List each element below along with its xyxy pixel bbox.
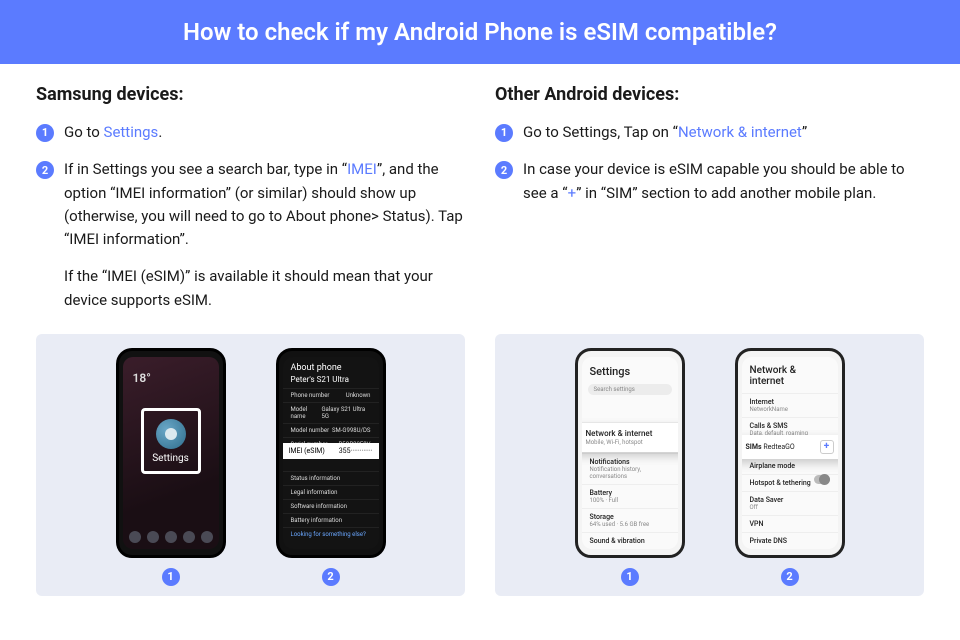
search-settings: Search settings	[588, 384, 672, 395]
imei-esim-value: 355············	[339, 447, 373, 455]
android-network-screenshot: Network & internet InternetNetworkName C…	[735, 348, 845, 558]
text: If in Settings you see a search bar, typ…	[64, 160, 347, 178]
step-number-icon: 2	[495, 161, 513, 179]
step-text: If in Settings you see a search bar, typ…	[64, 158, 465, 251]
device-name: Peter's S21 Ultra	[283, 375, 379, 388]
samsung-step-2: 2 If in Settings you see a search bar, t…	[36, 158, 465, 251]
network-internet-link[interactable]: Network & internet	[678, 123, 802, 141]
network-internet-sub: Mobile, Wi-Fi, hotspot	[586, 439, 643, 446]
other-heading: Other Android devices:	[495, 84, 924, 105]
text: Go to Settings, Tap on “	[523, 123, 678, 141]
step-number-icon: 2	[36, 161, 54, 179]
screenshot-badge: 2	[781, 568, 799, 586]
sims-title: SIMs	[746, 443, 762, 451]
screenshot-col: 18° Settings 1	[116, 348, 226, 586]
imei-esim-highlight: IMEI (eSIM) 355············	[283, 443, 379, 459]
screenshot-col: About phone Peter's S21 Ultra Phone numb…	[276, 348, 386, 586]
settings-label: Settings	[152, 453, 189, 464]
instructions-columns: Samsung devices: 1 Go to Settings. 2 If …	[0, 64, 960, 326]
samsung-step-1: 1 Go to Settings.	[36, 121, 465, 144]
text: ” in “SIM” section to add another mobile…	[576, 184, 876, 202]
app-dock	[123, 531, 219, 543]
step-number-icon: 1	[36, 124, 54, 142]
settings-link[interactable]: Settings	[104, 123, 159, 141]
network-internet-highlight: Network & internet Mobile, Wi-Fi, hotspo…	[582, 423, 678, 452]
step-text: In case your device is eSIM capable you …	[523, 158, 924, 205]
sims-highlight: SIMs RedteaGO +	[742, 435, 838, 459]
imei-esim-label: IMEI (eSIM)	[289, 447, 325, 455]
samsung-column: Samsung devices: 1 Go to Settings. 2 If …	[36, 84, 465, 326]
screenshot-badge: 1	[162, 568, 180, 586]
text: Go to	[64, 123, 104, 141]
imei-link[interactable]: IMEI	[347, 160, 377, 178]
screenshots-row: 18° Settings 1 About phone Peter's S21 U…	[0, 334, 960, 596]
text: .	[158, 123, 162, 141]
screenshot-col: Settings Search settings AppsAssistant, …	[575, 348, 685, 586]
network-internet-title: Network & internet	[586, 429, 674, 438]
gear-icon	[156, 419, 186, 449]
settings-title: Settings	[582, 357, 678, 382]
samsung-heading: Samsung devices:	[36, 84, 465, 105]
about-phone-title: About phone	[283, 357, 379, 375]
other-screenshots: Settings Search settings AppsAssistant, …	[495, 334, 924, 596]
sims-sub: RedteaGO	[763, 443, 794, 451]
network-title: Network & internet	[742, 357, 838, 393]
weather-temp: 18°	[133, 371, 151, 385]
samsung-home-screenshot: 18° Settings	[116, 348, 226, 558]
samsung-screenshots: 18° Settings 1 About phone Peter's S21 U…	[36, 334, 465, 596]
settings-highlight: Settings	[141, 408, 201, 474]
text: ”	[802, 123, 807, 141]
screenshot-col: Network & internet InternetNetworkName C…	[735, 348, 845, 586]
other-step-2: 2 In case your device is eSIM capable yo…	[495, 158, 924, 205]
plus-link[interactable]: +	[568, 184, 577, 202]
step-text: Go to Settings, Tap on “Network & intern…	[523, 121, 924, 144]
samsung-note: If the “IMEI (eSIM)” is available it sho…	[64, 265, 465, 312]
add-sim-plus-icon: +	[820, 440, 834, 454]
screenshot-badge: 2	[322, 568, 340, 586]
page-title: How to check if my Android Phone is eSIM…	[0, 0, 960, 64]
step-number-icon: 1	[495, 124, 513, 142]
step-text: Go to Settings.	[64, 121, 465, 144]
other-column: Other Android devices: 1 Go to Settings,…	[495, 84, 924, 326]
samsung-about-screenshot: About phone Peter's S21 Ultra Phone numb…	[276, 348, 386, 558]
screenshot-badge: 1	[621, 568, 639, 586]
other-step-1: 1 Go to Settings, Tap on “Network & inte…	[495, 121, 924, 144]
airplane-toggle-icon	[814, 475, 830, 484]
android-settings-screenshot: Settings Search settings AppsAssistant, …	[575, 348, 685, 558]
